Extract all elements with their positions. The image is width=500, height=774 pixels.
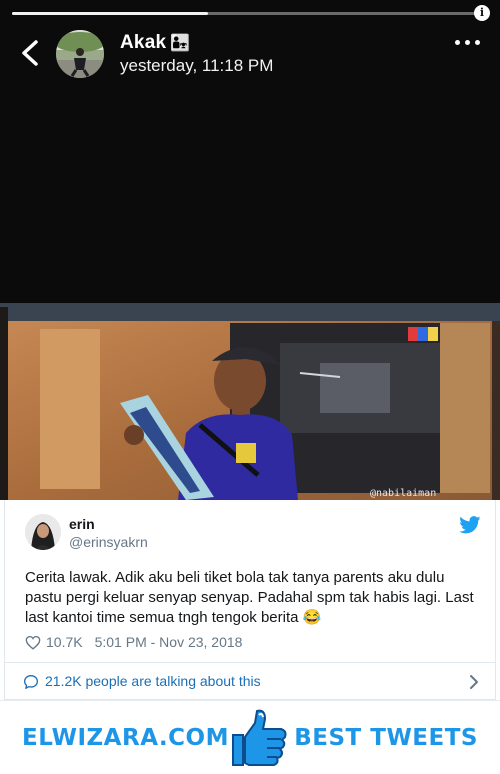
photo-watermark: @nabilaiman [370, 488, 436, 499]
tweet-text: Cerita lawak. Adik aku beli tiket bola t… [25, 569, 474, 626]
twitter-bird-icon[interactable] [459, 516, 481, 534]
like-count[interactable]: 10.7K [46, 634, 83, 650]
tv3-logo [408, 327, 438, 341]
site-name[interactable]: ELWIZARA.COM [22, 725, 229, 751]
tweet-avatar[interactable] [25, 514, 61, 550]
brand-banner: ELWIZARA.COM BEST TWEETS [0, 700, 500, 774]
story-photo: @nabilaiman [0, 303, 500, 500]
thumbs-up-icon [232, 709, 287, 766]
story-username[interactable]: Akak 👨‍👧 [120, 32, 190, 54]
tweet-card[interactable]: erin @erinsyakrn Cerita lawak. Adik aku … [4, 500, 496, 700]
chevron-right-icon [470, 675, 478, 689]
banner-tagline: BEST TWEETS [294, 725, 478, 751]
family-emoji: 👨‍👧 [170, 35, 191, 52]
more-options-icon[interactable] [455, 40, 480, 45]
story-viewer[interactable]: i Akak👨‍👧 yesterday, 11:18 PM [0, 0, 500, 500]
story-progress-fill [12, 12, 208, 15]
tweet-author-handle[interactable]: @erinsyakrn [69, 534, 148, 550]
page-root: i Akak👨‍👧 yesterday, 11:18 PM [0, 0, 500, 774]
tweet-meta: 10.7K 5:01 PM - Nov 23, 2018 [25, 634, 242, 650]
story-progress-bar [12, 12, 478, 15]
talking-about-text: 21.2K people are talking about this [45, 673, 261, 689]
tweet-timestamp[interactable]: 5:01 PM - Nov 23, 2018 [95, 634, 243, 650]
speech-bubble-icon [24, 675, 38, 689]
heart-icon[interactable] [25, 635, 41, 650]
story-avatar[interactable] [56, 30, 104, 78]
info-icon[interactable]: i [474, 5, 490, 21]
tweet-author-name[interactable]: erin [69, 516, 95, 532]
story-username-text: Akak [120, 32, 167, 53]
story-timestamp: yesterday, 11:18 PM [120, 56, 274, 75]
back-chevron-icon[interactable] [16, 38, 44, 68]
talking-about-link[interactable]: 21.2K people are talking about this [5, 663, 495, 700]
